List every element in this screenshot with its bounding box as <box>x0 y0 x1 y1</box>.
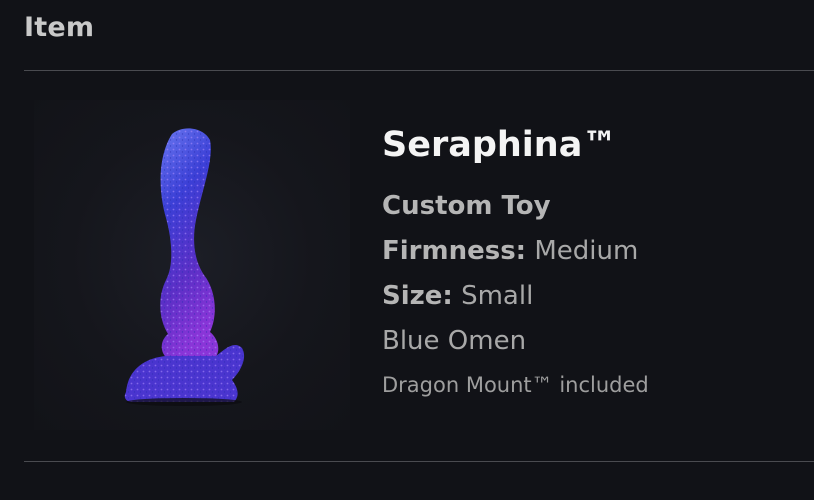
product-size: Size: Small <box>382 274 802 319</box>
section-title: Item <box>24 12 95 43</box>
section-divider-top <box>24 70 814 71</box>
product-photo-icon <box>124 128 245 406</box>
size-value: Small <box>461 281 534 311</box>
product-image[interactable] <box>34 100 350 430</box>
size-label: Size: <box>382 281 453 311</box>
product-firmness: Firmness: Medium <box>382 229 802 274</box>
firmness-label: Firmness: <box>382 236 527 266</box>
product-color: Blue Omen <box>382 326 527 356</box>
section-divider-bottom <box>24 461 814 462</box>
firmness-value: Medium <box>534 236 639 266</box>
product-note: Dragon Mount™ included <box>382 373 649 397</box>
product-details: Seraphina™ Custom Toy Firmness: Medium S… <box>382 122 802 406</box>
product-type: Custom Toy <box>382 191 551 221</box>
product-name[interactable]: Seraphina™ <box>382 122 802 168</box>
